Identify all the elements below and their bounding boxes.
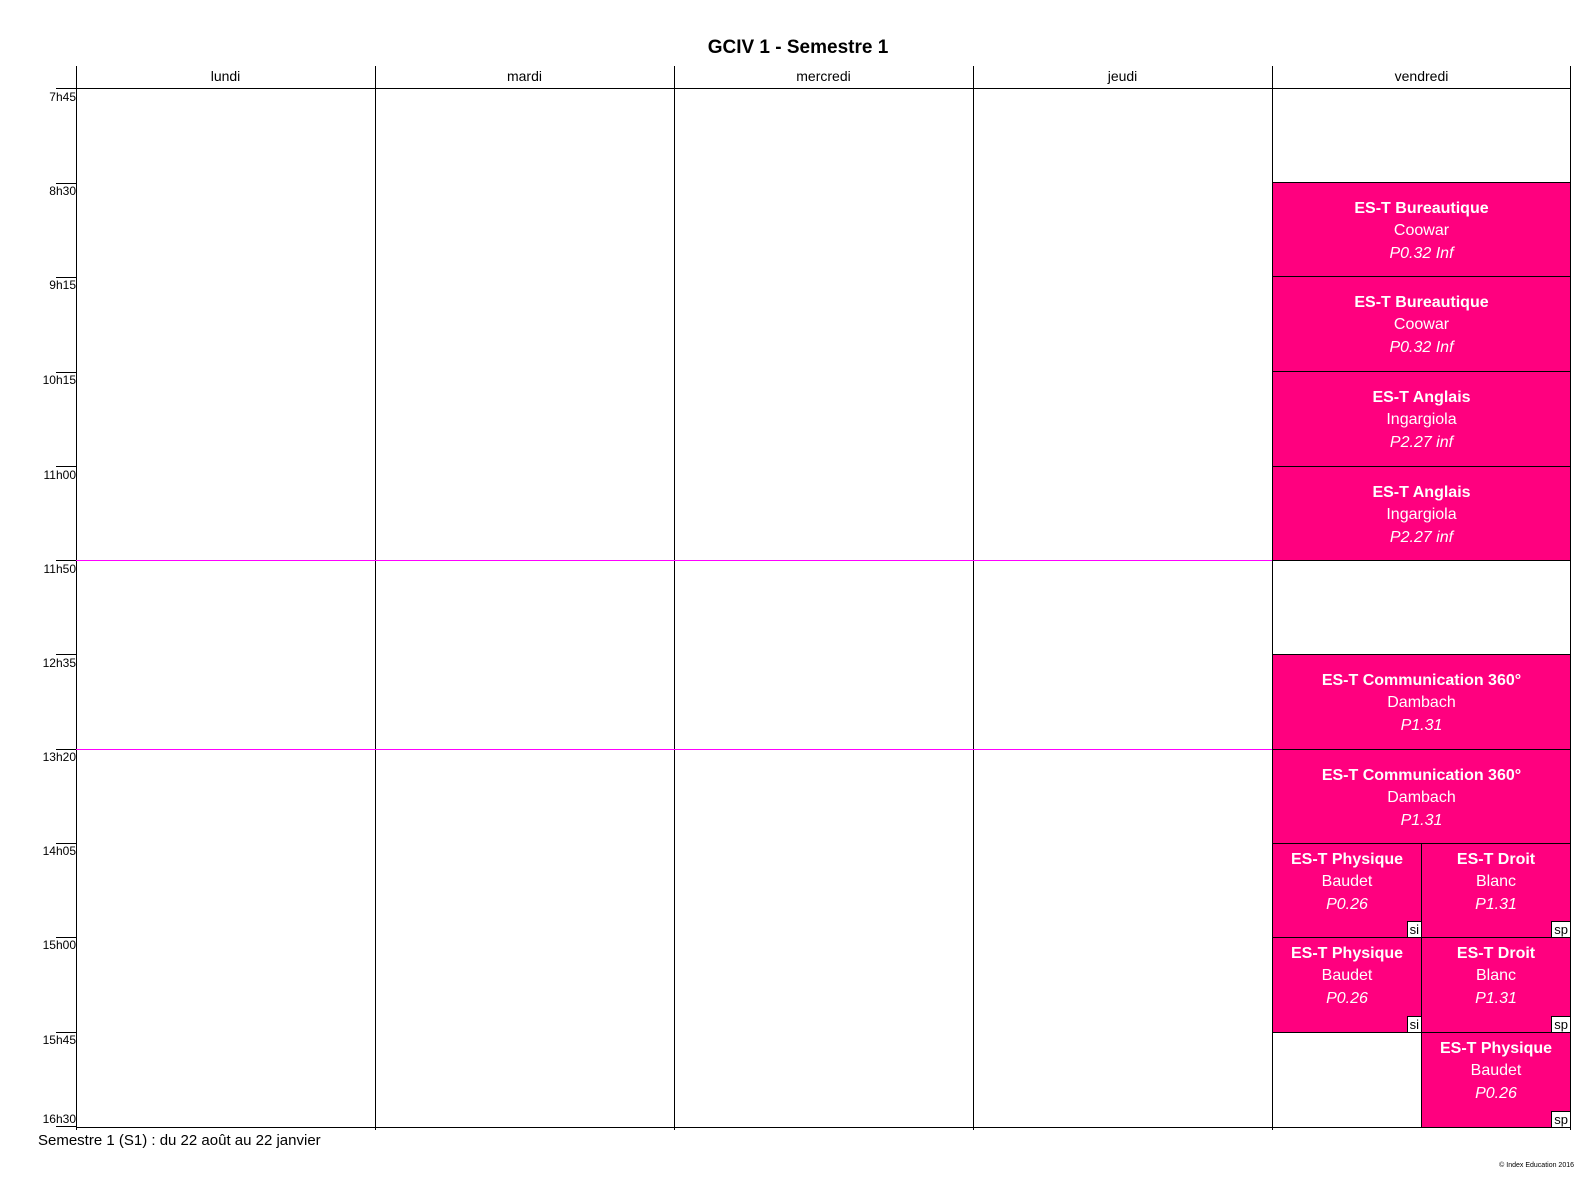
course-name: ES-T Anglais [1372,389,1471,406]
time-label: 13h20 [42,750,76,764]
course-room: P0.26 [1326,990,1368,1007]
day-header-lundi: lundi [210,68,241,84]
header-divider [76,88,1571,89]
course-room: P1.31 [1475,896,1517,913]
course-room: P0.26 [1475,1085,1517,1102]
course-room: P0.32 Inf [1389,245,1454,262]
course-teacher: Coowar [1393,316,1450,333]
grid-line [375,66,376,1130]
semester-footer: Semestre 1 (S1) : du 22 août au 22 janvi… [38,1132,321,1149]
course-room: P1.31 [1475,990,1517,1007]
time-label: 11h50 [43,562,76,576]
grid-bottom [76,1127,1571,1128]
day-header-vendredi: vendredi [1394,68,1449,84]
grid-line [76,66,77,1130]
course-block[interactable]: ES-T Physique Baudet P0.26 si [1272,843,1422,938]
copyright-notice: © Index Education 2016 [1499,1162,1574,1169]
course-teacher: Blanc [1475,873,1517,890]
course-name: ES-T Physique [1290,851,1404,868]
time-label: 7h45 [49,90,76,104]
course-room: P2.27 inf [1389,529,1454,546]
course-teacher: Baudet [1321,967,1373,984]
course-room: P1.31 [1400,717,1443,734]
course-name: ES-T Bureautique [1354,294,1489,311]
time-tick [56,560,76,561]
time-label: 12h35 [42,656,76,670]
course-block[interactable]: ES-T Anglais Ingargiola P2.27 inf [1272,371,1571,467]
timetable-title: GCIV 1 - Semestre 1 [707,37,889,58]
course-teacher: Ingargiola [1386,506,1457,523]
group-tag: si [1406,1016,1421,1032]
course-name: ES-T Physique [1290,945,1404,962]
course-name: ES-T Droit [1456,851,1536,868]
time-label: 14h05 [42,844,76,858]
time-tick [56,183,76,184]
time-label: 15h45 [42,1033,76,1047]
course-block[interactable]: ES-T Physique Baudet P0.26 sp [1421,1032,1571,1128]
course-teacher: Baudet [1321,873,1373,890]
course-block[interactable]: ES-T Bureautique Coowar P0.32 Inf [1272,182,1571,277]
time-tick [56,1032,76,1033]
course-teacher: Dambach [1387,694,1456,711]
time-tick [56,277,76,278]
time-label: 11h00 [43,468,76,482]
day-header-jeudi: jeudi [1107,68,1138,84]
course-teacher: Dambach [1387,789,1456,806]
time-label: 10h15 [42,373,76,387]
course-name: ES-T Physique [1439,1040,1553,1057]
course-room: P0.32 Inf [1389,339,1454,356]
grid-line [973,66,974,1130]
course-teacher: Ingargiola [1386,411,1457,428]
time-tick [56,372,76,373]
course-teacher: Blanc [1475,967,1517,984]
time-tick [56,466,76,467]
course-name: ES-T Communication 360° [1321,672,1522,689]
group-tag: sp [1551,1016,1570,1032]
course-block[interactable]: ES-T Droit Blanc P1.31 sp [1421,843,1571,938]
break-line [76,749,1272,750]
course-room: P2.27 inf [1389,434,1454,451]
course-block[interactable]: ES-T Physique Baudet P0.26 si [1272,937,1422,1033]
course-block[interactable]: ES-T Anglais Ingargiola P2.27 inf [1272,466,1571,561]
course-name: ES-T Bureautique [1354,200,1489,217]
time-tick [56,654,76,655]
grid-line [674,66,675,1130]
group-tag: sp [1551,921,1570,937]
time-tick [56,88,76,89]
course-block[interactable]: ES-T Communication 360° Dambach P1.31 [1272,654,1571,750]
break-line [76,560,1272,561]
time-tick [56,1126,76,1127]
course-block[interactable]: ES-T Droit Blanc P1.31 sp [1421,937,1571,1033]
time-label: 9h15 [49,278,76,292]
course-name: ES-T Droit [1456,945,1536,962]
time-label: 16h30 [42,1112,76,1126]
course-room: P0.26 [1326,896,1368,913]
course-teacher: Coowar [1393,222,1450,239]
group-tag: sp [1551,1111,1570,1127]
time-label: 8h30 [49,184,76,198]
time-tick [56,937,76,938]
course-block[interactable]: ES-T Communication 360° Dambach P1.31 [1272,749,1571,844]
day-header-mercredi: mercredi [796,68,851,84]
course-block[interactable]: ES-T Bureautique Coowar P0.32 Inf [1272,276,1571,372]
day-header-mardi: mardi [506,68,542,84]
course-name: ES-T Communication 360° [1321,767,1522,784]
time-tick [56,843,76,844]
time-label: 15h00 [42,938,76,952]
group-tag: si [1406,921,1421,937]
course-room: P1.31 [1400,812,1443,829]
course-teacher: Baudet [1470,1062,1522,1079]
course-name: ES-T Anglais [1372,484,1471,501]
time-tick [56,749,76,750]
